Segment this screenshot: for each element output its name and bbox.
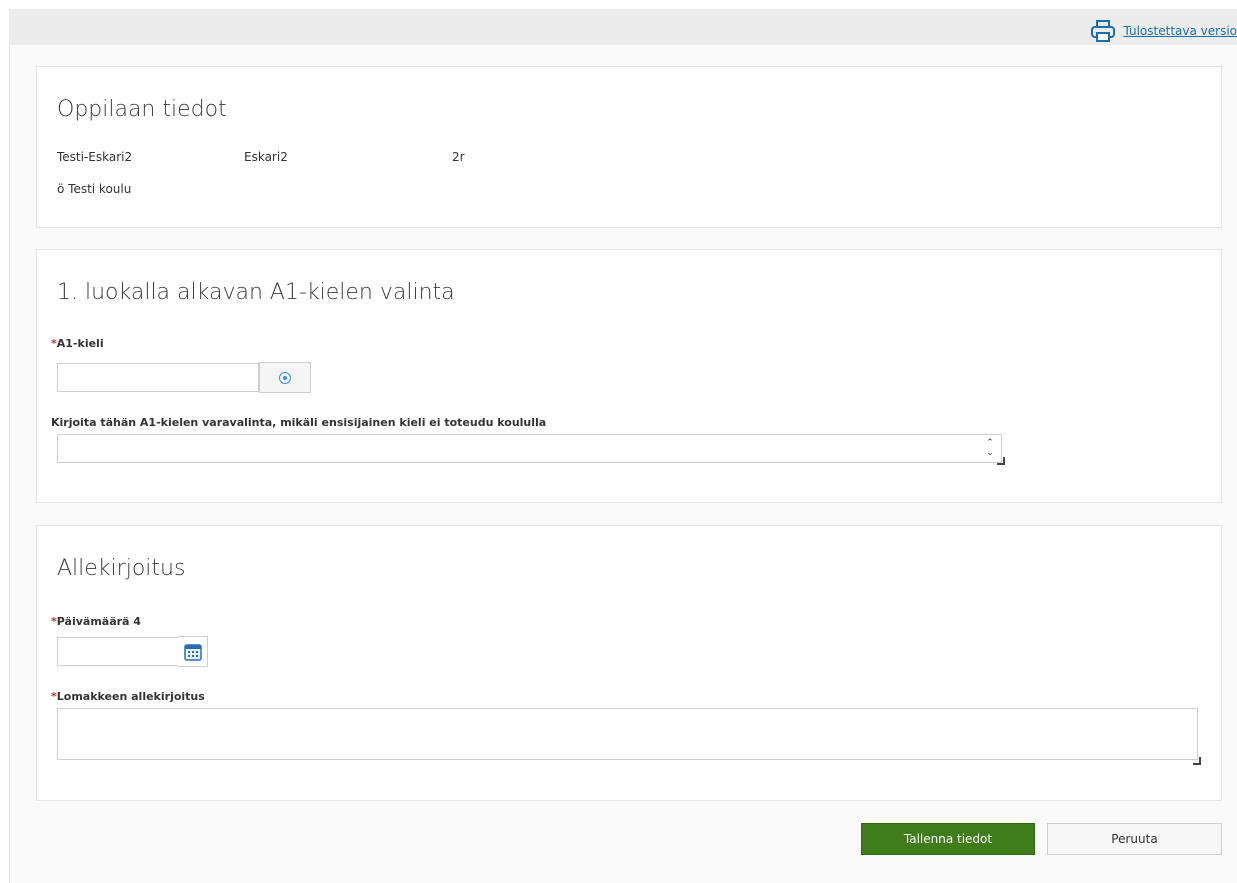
resize-handle[interactable] (1193, 757, 1201, 765)
a1-language-picker-button[interactable] (259, 362, 311, 393)
backup-language-spinner[interactable]: ⌃ ⌄ (983, 435, 997, 461)
student-first-name: Eskari2 (244, 150, 288, 164)
signature-textarea[interactable] (57, 708, 1198, 760)
a1-language-label-text: A1-kieli (56, 337, 104, 350)
calendar-button[interactable] (178, 636, 208, 667)
signature-panel: Allekirjoitus *Päivämäärä 4 *Lomakkeen a… (36, 525, 1222, 801)
date-input[interactable] (57, 637, 179, 666)
backup-language-label: Kirjoita tähän A1-kielen varavalinta, mi… (51, 416, 547, 429)
signature-label: *Lomakkeen allekirjoitus (51, 690, 205, 703)
signature-title: Allekirjoitus (57, 556, 186, 581)
backup-language-input[interactable] (57, 434, 1002, 463)
student-last-name: Testi-Eskari2 (57, 150, 133, 164)
language-choice-title: 1. luokalla alkavan A1-kielen valinta (57, 280, 455, 305)
select-circle-icon (279, 371, 291, 384)
top-toolbar: Tulostettava versio (9, 9, 1237, 45)
printer-icon (1089, 18, 1117, 44)
signature-label-text: Lomakkeen allekirjoitus (56, 690, 205, 703)
cancel-button[interactable]: Peruuta (1047, 823, 1222, 855)
date-label-text: Päivämäärä 4 (56, 615, 141, 628)
student-class: 2r (452, 150, 465, 164)
print-version-label[interactable]: Tulostettava versio (1123, 24, 1237, 38)
print-version-link[interactable]: Tulostettava versio (1089, 18, 1237, 44)
form-area: Oppilaan tiedot Testi-Eskari2 Eskari2 2r… (9, 45, 1237, 883)
chevron-down-icon[interactable]: ⌄ (986, 448, 994, 458)
student-info-panel: Oppilaan tiedot Testi-Eskari2 Eskari2 2r… (36, 66, 1222, 228)
student-school: ö Testi koulu (57, 182, 132, 196)
a1-language-input[interactable] (57, 363, 259, 392)
calendar-icon (183, 643, 202, 661)
language-choice-panel: 1. luokalla alkavan A1-kielen valinta *A… (36, 249, 1222, 503)
date-label: *Päivämäärä 4 (51, 615, 141, 628)
chevron-up-icon[interactable]: ⌃ (986, 438, 994, 448)
resize-handle[interactable] (997, 457, 1005, 465)
student-info-title: Oppilaan tiedot (57, 97, 227, 122)
save-button[interactable]: Tallenna tiedot (861, 823, 1035, 855)
a1-language-label: *A1-kieli (51, 337, 104, 350)
